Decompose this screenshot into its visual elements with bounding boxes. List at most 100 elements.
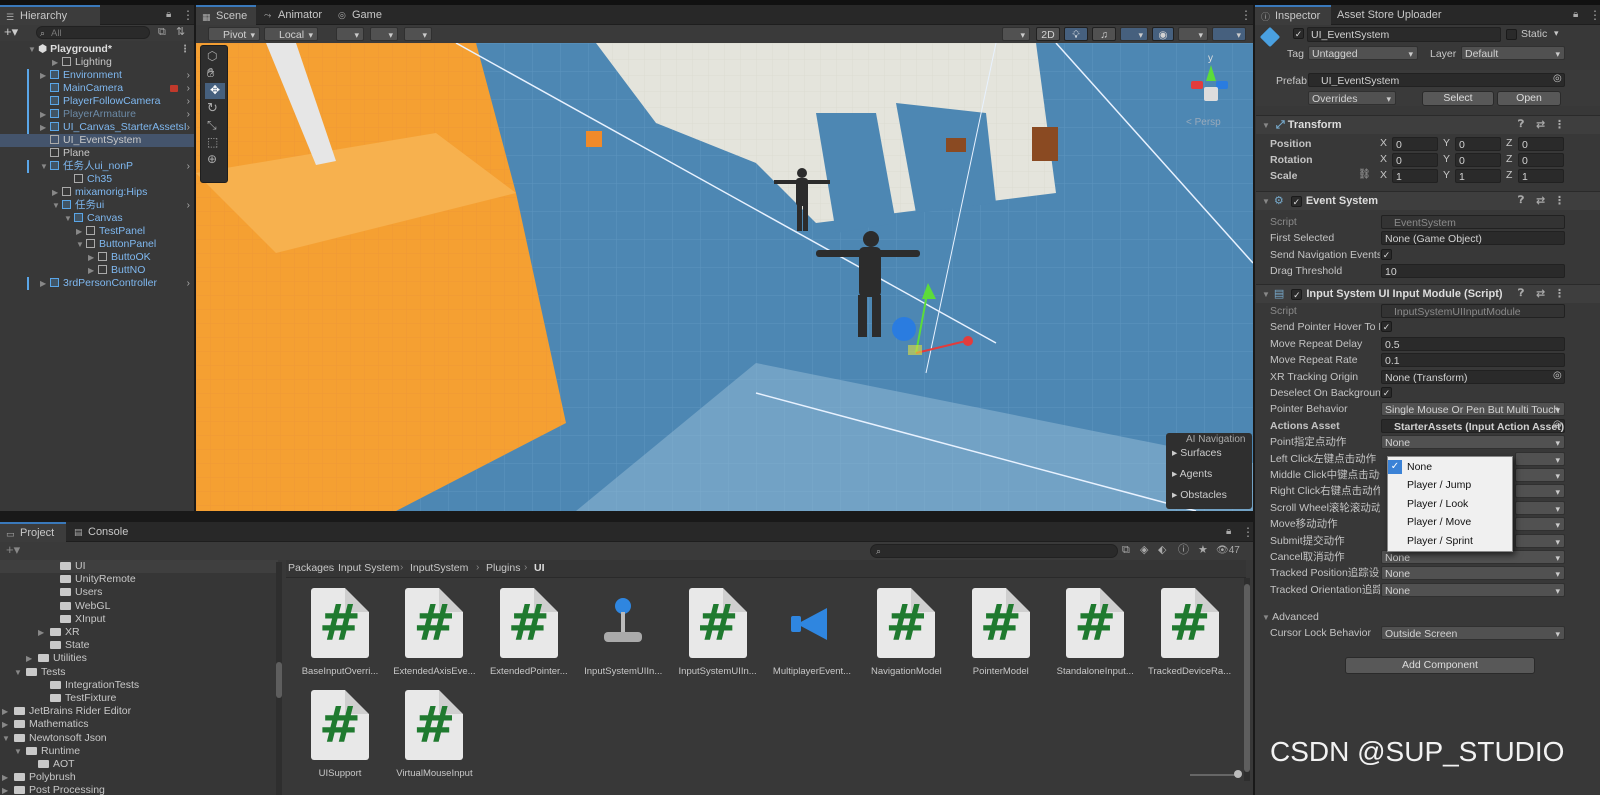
asset-item[interactable]: InputSystemUIIn... xyxy=(577,588,669,677)
effects-dropdown[interactable] xyxy=(1120,27,1148,41)
project-folder-item[interactable]: WebGL xyxy=(0,600,278,613)
toggle-2d-button[interactable]: 2D xyxy=(1036,27,1060,41)
tab-scene[interactable]: ▦ Scene xyxy=(196,5,256,25)
hierarchy-item[interactable]: PlayerFollowCamera › xyxy=(0,95,194,108)
asset-item[interactable]: MultiplayerEvent... xyxy=(766,588,858,677)
expand-arrow-icon[interactable]: ▶ xyxy=(40,277,50,290)
move-tool-icon[interactable]: ✥ xyxy=(205,83,225,99)
scrollbar-thumb[interactable] xyxy=(1244,584,1250,772)
presets-icon[interactable]: ⇄ xyxy=(1536,116,1545,134)
input-module-enabled-checkbox[interactable]: ✓ xyxy=(1291,289,1303,300)
custom-tool-icon[interactable]: ⬡ xyxy=(207,49,217,63)
asset-item[interactable]: # TrackedDeviceRa... xyxy=(1144,588,1236,677)
input-module-field[interactable]: None xyxy=(1381,582,1565,597)
expand-arrow-icon[interactable]: ▶ xyxy=(76,225,86,238)
search-by-label-icon[interactable]: ◈ xyxy=(1140,543,1148,557)
align-button[interactable] xyxy=(404,27,432,41)
project-search-input[interactable] xyxy=(870,544,1118,558)
project-folder-item[interactable]: ▶ Utilities xyxy=(0,652,278,665)
grid-scrollbar[interactable] xyxy=(1244,578,1250,781)
more-menu-icon[interactable]: ⋮ xyxy=(1554,116,1565,134)
expand-arrow-icon[interactable]: ▼ xyxy=(2,732,10,745)
filter-icon[interactable]: ⧉ xyxy=(158,25,166,39)
active-checkbox[interactable]: ✓ xyxy=(1293,28,1304,39)
hierarchy-item[interactable]: ▶ ButtoOK xyxy=(0,251,194,264)
input-module-checkbox[interactable]: ✓ xyxy=(1381,321,1392,333)
ai-nav-obstacles[interactable]: ▸ Obstacles xyxy=(1172,489,1227,501)
view-tool-icon[interactable]: ✋︎ xyxy=(207,66,214,80)
hidden-toggle-icon[interactable]: ◉ xyxy=(1152,27,1174,41)
hierarchy-item[interactable]: ▼ ButtonPanel xyxy=(0,238,194,251)
input-module-field[interactable]: Single Mouse Or Pen But Multi Touch xyxy=(1381,402,1565,417)
breadcrumb-item[interactable]: UI xyxy=(534,562,545,574)
prefab-field[interactable]: UI_EventSystem xyxy=(1308,73,1565,87)
more-menu-icon[interactable]: ⋮ xyxy=(180,43,190,56)
project-folder-item[interactable]: AOT xyxy=(0,758,278,771)
tree-scrollbar[interactable] xyxy=(276,562,282,795)
dropdown-option[interactable]: ✓ None xyxy=(1388,458,1511,476)
dropdown-option[interactable]: Player / Move xyxy=(1389,513,1511,531)
more-menu-icon[interactable]: ⋮ xyxy=(1242,525,1254,539)
static-dropdown-icon[interactable]: ▾ xyxy=(1554,28,1559,39)
target-icon[interactable]: ◎ xyxy=(1553,73,1562,84)
transform-position-x-field[interactable]: 0 xyxy=(1392,137,1438,151)
project-folder-item[interactable]: XInput xyxy=(0,613,278,626)
tab-animator[interactable]: ⤳ Animator xyxy=(258,5,330,25)
tab-asset-store-uploader[interactable]: Asset Store Uploader xyxy=(1331,5,1451,25)
lighting-toggle-icon[interactable]: 💡︎ xyxy=(1064,27,1088,41)
transform-rotation-z-field[interactable]: 0 xyxy=(1518,153,1564,167)
input-module-field[interactable]: None xyxy=(1381,566,1565,581)
label-icon[interactable]: ⬖ xyxy=(1158,543,1166,557)
input-module-header[interactable]: ▼ ▤ ✓ Input System UI Input Module (Script… xyxy=(1256,284,1600,303)
input-module-field[interactable] xyxy=(1515,517,1565,532)
overrides-dropdown[interactable]: Overrides xyxy=(1308,91,1396,105)
object-name-field[interactable]: UI_EventSystem xyxy=(1307,27,1501,42)
expand-arrow-icon[interactable]: ▶ xyxy=(40,121,50,134)
expand-arrow-icon[interactable]: ▼ xyxy=(40,160,50,173)
hierarchy-item[interactable]: ▼ Canvas xyxy=(0,212,194,225)
asset-item[interactable]: # InputSystemUIIn... xyxy=(672,588,764,677)
lock-icon[interactable]: 🔒︎ xyxy=(166,8,171,22)
more-menu-icon[interactable]: ⋮ xyxy=(1554,192,1565,210)
input-module-field[interactable] xyxy=(1515,500,1565,515)
search-input[interactable]: All xyxy=(36,26,150,39)
asset-item[interactable]: # BaseInputOverri... xyxy=(294,588,386,677)
dropdown-option[interactable]: Player / Look xyxy=(1389,495,1511,513)
presets-icon[interactable]: ⇄ xyxy=(1536,285,1545,303)
search-by-type-icon[interactable]: ⧉ xyxy=(1122,543,1130,557)
lock-icon[interactable]: 🔒︎ xyxy=(1573,8,1578,22)
add-component-button[interactable]: Add Component xyxy=(1345,657,1535,674)
chevron-right-icon[interactable]: › xyxy=(187,199,190,212)
expand-arrow-icon[interactable]: ▶ xyxy=(52,186,62,199)
hierarchy-item[interactable]: ▼ 任务人ui_nonP › xyxy=(0,160,194,173)
chevron-right-icon[interactable]: › xyxy=(187,69,190,82)
hierarchy-item[interactable]: ▶ TestPanel xyxy=(0,225,194,238)
chevron-right-icon[interactable]: › xyxy=(187,277,190,290)
ai-nav-agents[interactable]: ▸ Agents xyxy=(1172,468,1212,480)
input-module-field[interactable]: 0.1 xyxy=(1381,353,1565,368)
transform-tool-icon[interactable]: ⊕ xyxy=(207,152,217,166)
expand-arrow-icon[interactable]: ▶ xyxy=(40,69,50,82)
object-picker-icon[interactable]: ◎ xyxy=(1553,419,1562,430)
rect-tool-icon[interactable]: ⬚ xyxy=(207,135,218,149)
expand-arrow-icon[interactable]: ▶ xyxy=(88,264,98,277)
transform-rotation-y-field[interactable]: 0 xyxy=(1455,153,1501,167)
help-icon[interactable]: ❓︎ xyxy=(1518,192,1524,210)
expand-arrow-icon[interactable]: ▶ xyxy=(26,652,32,665)
breadcrumb-item[interactable]: Input System xyxy=(338,562,399,574)
advanced-foldout[interactable]: ▼ Advanced xyxy=(1262,609,1319,625)
grid-snap-button[interactable] xyxy=(336,27,364,41)
scrollbar-thumb[interactable] xyxy=(276,662,282,698)
hierarchy-item[interactable]: Ch35 xyxy=(0,173,194,186)
input-module-field[interactable]: StarterAssets (Input Action Asset) xyxy=(1381,418,1565,433)
chevron-right-icon[interactable]: › xyxy=(187,121,190,134)
add-icon[interactable]: +▾ xyxy=(6,543,20,557)
input-module-field[interactable] xyxy=(1515,533,1565,548)
object-picker-icon[interactable]: ◎ xyxy=(1553,370,1562,381)
hierarchy-item[interactable]: ▼ 任务ui › xyxy=(0,199,194,212)
scene-row[interactable]: ▼ ⬢ Playground* ⋮ xyxy=(0,43,194,56)
hierarchy-item[interactable]: ▶ mixamorig:Hips xyxy=(0,186,194,199)
expand-arrow-icon[interactable]: ▼ xyxy=(76,238,86,251)
asset-item[interactable]: # PointerModel xyxy=(955,588,1047,677)
expand-arrow-icon[interactable]: ▶ xyxy=(38,626,44,639)
